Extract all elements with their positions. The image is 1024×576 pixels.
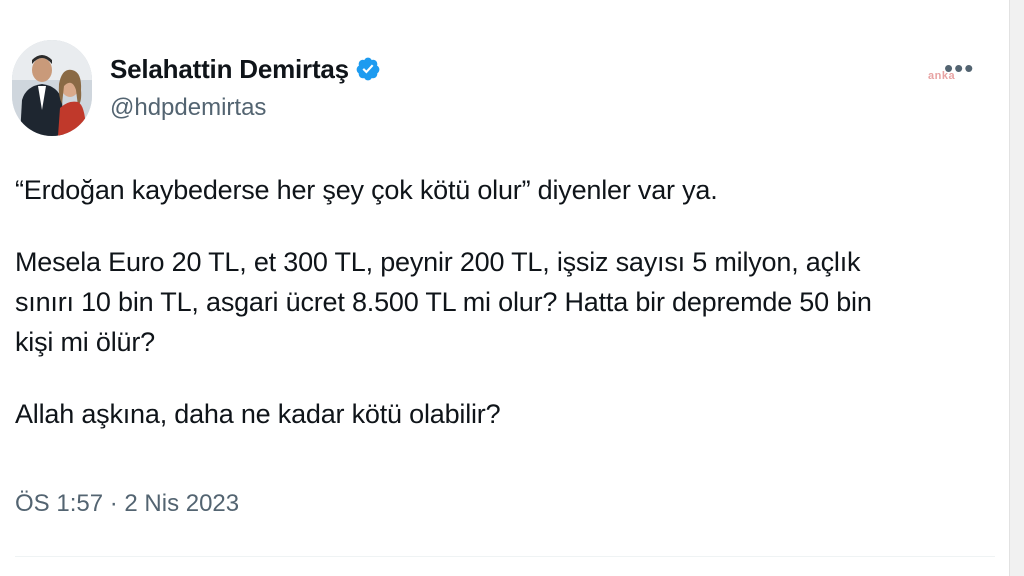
tweet-card: Selahattin Demirtaş @hdpdemirtas anka ••… xyxy=(0,0,1024,576)
author-identity: Selahattin Demirtaş @hdpdemirtas xyxy=(110,52,381,122)
author-display-name[interactable]: Selahattin Demirtaş xyxy=(110,54,349,85)
tweet-timestamp[interactable]: ÖS 1:57 · 2 Nis 2023 xyxy=(15,490,239,518)
tweet-paragraph: Mesela Euro 20 TL, et 300 TL, peynir 200… xyxy=(15,247,872,357)
author-handle[interactable]: @hdpdemirtas xyxy=(110,94,381,122)
right-edge-panel xyxy=(1009,0,1024,576)
tweet-text: “Erdoğan kaybederse her şey çok kötü olu… xyxy=(15,170,990,466)
name-row: Selahattin Demirtaş xyxy=(110,52,381,86)
tweet-header: Selahattin Demirtaş @hdpdemirtas xyxy=(12,40,381,136)
verified-badge-icon xyxy=(355,56,381,82)
avatar-photo-icon xyxy=(12,40,92,136)
more-options-icon[interactable]: ••• xyxy=(944,55,974,81)
avatar[interactable] xyxy=(12,40,92,136)
tweet-paragraph: Allah aşkına, daha ne kadar kötü olabili… xyxy=(15,399,501,429)
tweet-paragraph: “Erdoğan kaybederse her şey çok kötü olu… xyxy=(15,175,718,205)
divider xyxy=(15,556,995,557)
